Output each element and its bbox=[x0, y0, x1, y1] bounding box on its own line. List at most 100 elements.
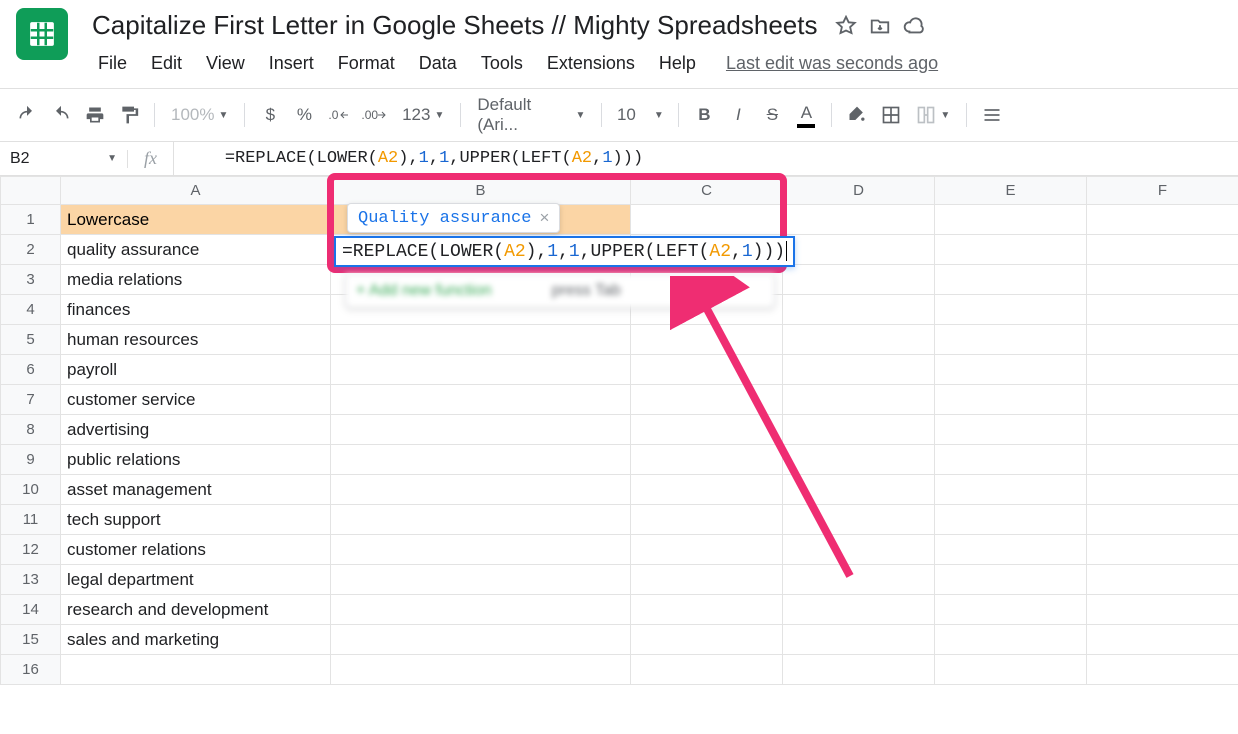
cell[interactable] bbox=[935, 595, 1087, 625]
move-icon[interactable] bbox=[869, 15, 891, 37]
cell[interactable] bbox=[935, 205, 1087, 235]
cell[interactable] bbox=[1087, 475, 1238, 505]
cell-A13[interactable]: legal department bbox=[61, 565, 331, 595]
star-icon[interactable] bbox=[835, 15, 857, 37]
cell-A2[interactable]: quality assurance bbox=[61, 235, 331, 265]
cell[interactable] bbox=[331, 505, 631, 535]
font-size-select[interactable]: 10▼ bbox=[612, 105, 668, 125]
name-box[interactable]: B2▼ bbox=[0, 150, 128, 168]
cloud-status-icon[interactable] bbox=[903, 15, 925, 37]
text-color-button[interactable]: A bbox=[791, 100, 821, 130]
format-currency-button[interactable]: $ bbox=[255, 100, 285, 130]
cell[interactable] bbox=[331, 595, 631, 625]
cell[interactable] bbox=[935, 415, 1087, 445]
row-header[interactable]: 14 bbox=[1, 595, 61, 625]
cell[interactable] bbox=[1087, 295, 1238, 325]
fill-color-button[interactable] bbox=[842, 100, 872, 130]
col-header-E[interactable]: E bbox=[935, 177, 1087, 205]
menu-insert[interactable]: Insert bbox=[259, 49, 324, 78]
cell[interactable] bbox=[783, 595, 935, 625]
row-header[interactable]: 1 bbox=[1, 205, 61, 235]
cell[interactable] bbox=[331, 385, 631, 415]
select-all-corner[interactable] bbox=[1, 177, 61, 205]
row-header[interactable]: 5 bbox=[1, 325, 61, 355]
row-header[interactable]: 15 bbox=[1, 625, 61, 655]
menu-edit[interactable]: Edit bbox=[141, 49, 192, 78]
strike-button[interactable]: S bbox=[757, 100, 787, 130]
cell[interactable] bbox=[935, 385, 1087, 415]
col-header-C[interactable]: C bbox=[631, 177, 783, 205]
cell[interactable] bbox=[935, 235, 1087, 265]
cell[interactable] bbox=[783, 625, 935, 655]
cell[interactable] bbox=[331, 445, 631, 475]
cell[interactable] bbox=[1087, 355, 1238, 385]
cell[interactable] bbox=[631, 625, 783, 655]
cell[interactable] bbox=[935, 565, 1087, 595]
cell-A6[interactable]: payroll bbox=[61, 355, 331, 385]
cell[interactable] bbox=[783, 205, 935, 235]
row-header[interactable]: 8 bbox=[1, 415, 61, 445]
cell-A15[interactable]: sales and marketing bbox=[61, 625, 331, 655]
row-header[interactable]: 3 bbox=[1, 265, 61, 295]
bold-button[interactable]: B bbox=[689, 100, 719, 130]
close-preview-icon[interactable]: × bbox=[539, 208, 549, 228]
cell[interactable] bbox=[631, 205, 783, 235]
cell[interactable] bbox=[935, 625, 1087, 655]
cell[interactable] bbox=[935, 505, 1087, 535]
cell[interactable] bbox=[631, 655, 783, 685]
cell[interactable] bbox=[331, 625, 631, 655]
cell-A14[interactable]: research and development bbox=[61, 595, 331, 625]
cell[interactable] bbox=[331, 535, 631, 565]
cell-A12[interactable]: customer relations bbox=[61, 535, 331, 565]
row-header[interactable]: 11 bbox=[1, 505, 61, 535]
cell[interactable] bbox=[935, 655, 1087, 685]
row-header[interactable]: 10 bbox=[1, 475, 61, 505]
cell[interactable] bbox=[783, 655, 935, 685]
zoom-select[interactable]: 100%▼ bbox=[165, 105, 234, 125]
cell[interactable] bbox=[331, 325, 631, 355]
cell[interactable] bbox=[935, 325, 1087, 355]
col-header-B[interactable]: B bbox=[331, 177, 631, 205]
undo-button[interactable] bbox=[12, 100, 42, 130]
cell-A8[interactable]: advertising bbox=[61, 415, 331, 445]
cell[interactable] bbox=[1087, 535, 1238, 565]
merge-button[interactable]: ▼ bbox=[910, 105, 956, 125]
cell[interactable] bbox=[1087, 325, 1238, 355]
cell-editor-B2[interactable]: =REPLACE(LOWER(A2),1,1,UPPER(LEFT(A2,1))… bbox=[334, 236, 795, 267]
cell[interactable] bbox=[1087, 415, 1238, 445]
cell[interactable] bbox=[1087, 205, 1238, 235]
cell-A7[interactable]: customer service bbox=[61, 385, 331, 415]
cell[interactable] bbox=[331, 415, 631, 445]
cell[interactable] bbox=[783, 235, 935, 265]
cell[interactable] bbox=[935, 295, 1087, 325]
cell[interactable] bbox=[1087, 625, 1238, 655]
cell-A3[interactable]: media relations bbox=[61, 265, 331, 295]
row-header[interactable]: 12 bbox=[1, 535, 61, 565]
cell[interactable] bbox=[331, 355, 631, 385]
increase-decimal-button[interactable]: .00 bbox=[357, 100, 392, 130]
row-header[interactable]: 16 bbox=[1, 655, 61, 685]
format-percent-button[interactable]: % bbox=[289, 100, 319, 130]
row-header[interactable]: 9 bbox=[1, 445, 61, 475]
row-header[interactable]: 4 bbox=[1, 295, 61, 325]
doc-title[interactable]: Capitalize First Letter in Google Sheets… bbox=[88, 8, 821, 43]
cell-A5[interactable]: human resources bbox=[61, 325, 331, 355]
cell[interactable] bbox=[1087, 235, 1238, 265]
cell-A10[interactable]: asset management bbox=[61, 475, 331, 505]
redo-button[interactable] bbox=[46, 100, 76, 130]
cell[interactable] bbox=[935, 265, 1087, 295]
cell[interactable] bbox=[1087, 595, 1238, 625]
font-select[interactable]: Default (Ari...▼ bbox=[471, 95, 591, 135]
row-header[interactable]: 7 bbox=[1, 385, 61, 415]
print-button[interactable] bbox=[80, 100, 110, 130]
cell-A9[interactable]: public relations bbox=[61, 445, 331, 475]
borders-button[interactable] bbox=[876, 100, 906, 130]
menu-extensions[interactable]: Extensions bbox=[537, 49, 645, 78]
number-format-select[interactable]: 123▼ bbox=[396, 105, 450, 125]
row-header[interactable]: 13 bbox=[1, 565, 61, 595]
menu-tools[interactable]: Tools bbox=[471, 49, 533, 78]
cell[interactable] bbox=[331, 565, 631, 595]
decrease-decimal-button[interactable]: .0 bbox=[323, 100, 353, 130]
cell[interactable] bbox=[61, 655, 331, 685]
cell[interactable] bbox=[935, 445, 1087, 475]
